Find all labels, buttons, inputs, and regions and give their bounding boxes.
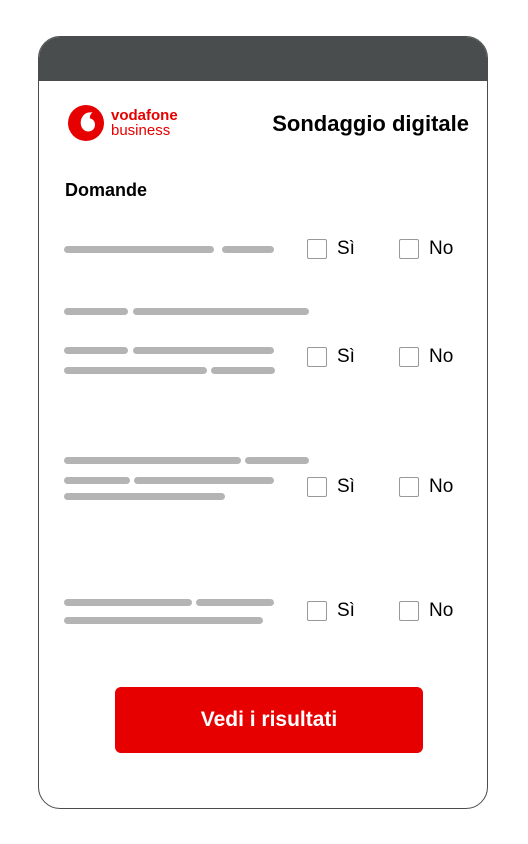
window-top-bar [39,37,487,81]
no-label: No [429,346,454,367]
no-option[interactable]: No [399,238,453,260]
no-checkbox[interactable] [399,601,419,621]
question-text-placeholder [64,617,263,624]
question-text-placeholder [64,493,225,500]
no-option[interactable]: No [399,346,453,368]
no-label: No [429,476,454,497]
question-text-placeholder [245,457,309,464]
question-text-placeholder [211,367,275,374]
yes-option[interactable]: Sì [307,238,355,260]
section-label: Domande [65,180,148,200]
yes-option[interactable]: Sì [307,476,355,498]
question-text-placeholder [133,347,274,354]
yes-option[interactable]: Sì [307,600,355,622]
yes-checkbox[interactable] [307,239,327,259]
question-text-placeholder [64,599,192,606]
page-title: Sondaggio digitale [272,111,469,136]
question-text-placeholder [64,246,214,253]
no-checkbox[interactable] [399,347,419,367]
question-text-placeholder [134,477,274,484]
question-text-placeholder [64,347,128,354]
question-text-placeholder [222,246,274,253]
brand-name-line2: business [111,122,171,139]
yes-label: Sì [337,238,355,259]
vodafone-logo-icon [68,105,104,141]
question-text-placeholder [64,367,207,374]
yes-checkbox[interactable] [307,477,327,497]
question-text-placeholder [64,477,130,484]
no-label: No [429,600,454,621]
view-results-button[interactable]: Vedi i risultati [115,687,423,753]
no-checkbox[interactable] [399,239,419,259]
yes-option[interactable]: Sì [307,346,355,368]
vodafone-business-logo: vodafone business [67,104,178,142]
no-label: No [429,238,454,259]
yes-label: Sì [337,600,355,621]
no-checkbox[interactable] [399,477,419,497]
no-option[interactable]: No [399,600,453,622]
brand-name-line1: vodafone [111,107,178,124]
yes-checkbox[interactable] [307,347,327,367]
survey-card: vodafone business Sondaggio digitale Dom… [38,36,488,809]
yes-label: Sì [337,476,355,497]
question-text-placeholder [196,599,274,606]
question-text-placeholder [133,308,309,315]
no-option[interactable]: No [399,476,453,498]
yes-checkbox[interactable] [307,601,327,621]
question-text-placeholder [64,457,241,464]
question-text-placeholder [64,308,128,315]
yes-label: Sì [337,346,355,367]
